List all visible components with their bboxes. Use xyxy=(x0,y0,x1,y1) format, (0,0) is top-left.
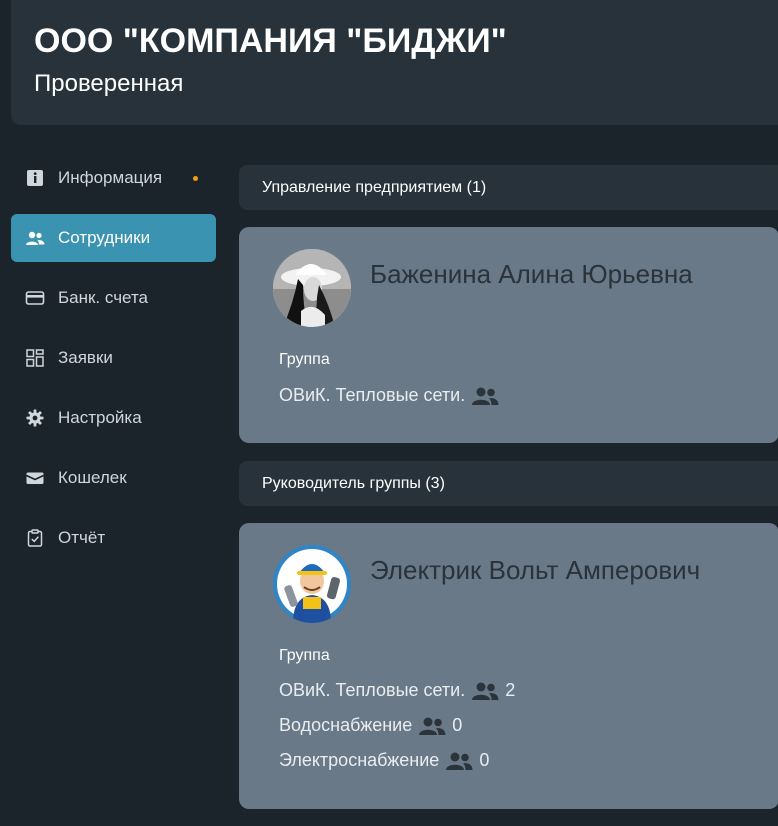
member-count: 2 xyxy=(505,680,516,700)
notification-dot xyxy=(193,176,198,181)
sidebar-item-settings[interactable]: Настройка xyxy=(11,394,216,442)
employee-name[interactable]: Электрик Вольт Амперович xyxy=(370,555,700,586)
group-row: Водоснабжение 0 xyxy=(279,715,462,736)
group-name: ОВиК. Тепловые сети. xyxy=(279,385,466,405)
people-icon[interactable] xyxy=(471,681,499,701)
company-status: Проверенная xyxy=(34,70,184,97)
member-count: 0 xyxy=(452,715,463,735)
people-icon[interactable] xyxy=(471,386,499,406)
sidebar-item-label: Заявки xyxy=(58,348,113,367)
sidebar: Информация Сотрудники Банк. счета Заявки… xyxy=(11,154,216,574)
group-name: Электроснабжение xyxy=(279,750,440,770)
users-icon xyxy=(25,228,45,248)
sidebar-item-label: Настройка xyxy=(58,408,142,427)
grid-icon xyxy=(25,348,45,368)
employee-card[interactable]: Баженина Алина Юрьевна Группа ОВиК. Тепл… xyxy=(239,227,778,443)
sidebar-item-info[interactable]: Информация xyxy=(11,154,216,202)
group-row: ОВиК. Тепловые сети. xyxy=(279,385,499,406)
avatar xyxy=(273,249,351,327)
employee-name[interactable]: Баженина Алина Юрьевна xyxy=(370,259,693,290)
people-icon[interactable] xyxy=(445,751,473,771)
section-header-management[interactable]: Управление предприятием (1) xyxy=(239,165,778,210)
member-count: 0 xyxy=(479,750,490,770)
group-row: ОВиК. Тепловые сети. 2 xyxy=(279,680,515,701)
wallet-icon xyxy=(25,468,45,488)
company-header: ООО "КОМПАНИЯ "БИДЖИ" Проверенная xyxy=(11,0,778,125)
gear-icon xyxy=(25,408,45,428)
section-header-group-leaders[interactable]: Руководитель группы (3) xyxy=(239,461,778,506)
card-icon xyxy=(25,288,45,308)
info-icon xyxy=(25,168,45,188)
people-icon[interactable] xyxy=(418,716,446,736)
sidebar-item-wallet[interactable]: Кошелек xyxy=(11,454,216,502)
group-name: Водоснабжение xyxy=(279,715,413,735)
section-title: Управление предприятием (1) xyxy=(262,178,487,196)
group-row: Электроснабжение 0 xyxy=(279,750,489,771)
avatar xyxy=(273,545,351,623)
sidebar-item-report[interactable]: Отчёт xyxy=(11,514,216,562)
sidebar-item-employees[interactable]: Сотрудники xyxy=(11,214,216,262)
sidebar-item-bank-accounts[interactable]: Банк. счета xyxy=(11,274,216,322)
sidebar-item-label: Кошелек xyxy=(58,468,127,487)
sidebar-item-requests[interactable]: Заявки xyxy=(11,334,216,382)
employees-panel: Управление предприятием (1) Баженина Али… xyxy=(239,165,778,809)
group-name: ОВиК. Тепловые сети. xyxy=(279,680,466,700)
sidebar-item-label: Информация xyxy=(58,168,163,187)
company-name: ООО "КОМПАНИЯ "БИДЖИ" xyxy=(34,22,507,60)
clipboard-icon xyxy=(25,528,45,548)
group-label: Группа xyxy=(279,647,330,664)
sidebar-item-label: Сотрудники xyxy=(58,228,151,247)
employee-card[interactable]: Электрик Вольт Амперович Группа ОВиК. Те… xyxy=(239,523,778,809)
sidebar-item-label: Отчёт xyxy=(58,528,106,547)
sidebar-item-label: Банк. счета xyxy=(58,288,148,307)
section-title: Руководитель группы (3) xyxy=(262,474,445,492)
group-label: Группа xyxy=(279,351,330,368)
